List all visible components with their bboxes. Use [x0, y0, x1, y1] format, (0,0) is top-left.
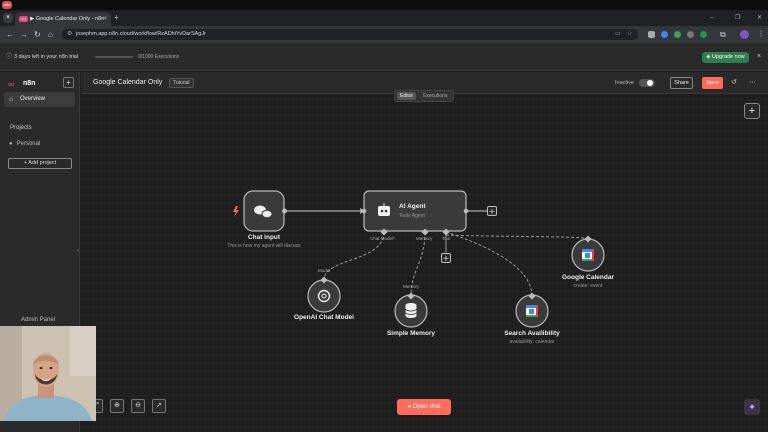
- ai-agent-label: AI Agent: [399, 203, 426, 210]
- ai-agent-input-port[interactable]: [361, 208, 367, 214]
- ai-agent-output-port[interactable]: [463, 208, 469, 214]
- plus-icon: +: [443, 254, 450, 263]
- google-calendar-icon-center: [585, 253, 590, 258]
- port-label-memory: Memory: [416, 236, 433, 241]
- search-availability-label: Search Availibility: [504, 330, 560, 337]
- node-search-availability[interactable]: [515, 292, 549, 328]
- ai-assistant-button[interactable]: ✦: [744, 399, 760, 415]
- chat-icon: ●: [407, 404, 412, 410]
- presenter-video: [0, 326, 96, 421]
- robot-icon: [378, 206, 390, 216]
- openai-port-label: Model: [318, 268, 331, 273]
- chat-bubble-icon-2: [261, 209, 273, 219]
- port-label-tool: Tool: [442, 236, 451, 241]
- openai-chat-model-label: OpenAI Chat Model: [294, 314, 354, 321]
- connection-tool-search[interactable]: [445, 231, 533, 297]
- google-calendar-icon-center: [529, 309, 534, 314]
- google-calendar-icon-right: [536, 305, 538, 317]
- zoom-out-icon: ⊖: [135, 402, 141, 409]
- chat-input-label: Chat Input: [247, 234, 281, 241]
- google-calendar-subtitle: create: event: [573, 283, 603, 289]
- simple-memory-port-label: Memory: [403, 284, 420, 289]
- port-label-chat-model: Chat Model*: [370, 236, 395, 241]
- google-calendar-icon-bottom: [582, 259, 592, 261]
- node-simple-memory[interactable]: [394, 292, 428, 328]
- workflow-graph: + +: [233, 190, 605, 328]
- plus-icon: +: [489, 207, 496, 216]
- search-availability-subtitle: availability: calendar: [509, 339, 555, 345]
- openai-node-body[interactable]: [307, 279, 341, 313]
- zoom-in-icon: ⊕: [114, 402, 120, 409]
- open-chat-button[interactable]: ● Open chat: [397, 399, 451, 415]
- zoom-in-button[interactable]: ⊕: [110, 399, 124, 413]
- webcam-overlay: [0, 326, 96, 421]
- open-chat-label: Open chat: [412, 404, 441, 410]
- robot-eye-right: [384, 209, 388, 213]
- chat-input-output-port[interactable]: [282, 208, 287, 214]
- robot-eye-left: [380, 209, 384, 213]
- ai-agent-subtitle: Tools Agent: [399, 213, 425, 219]
- sparkle-icon: ✦: [748, 402, 756, 412]
- zoom-out-button[interactable]: ⊖: [131, 399, 145, 413]
- google-calendar-icon-right: [592, 249, 594, 261]
- pointer-mode-button[interactable]: ➚: [152, 399, 166, 413]
- simple-memory-label: Simple Memory: [386, 330, 436, 337]
- google-calendar-icon-bottom: [526, 315, 536, 317]
- node-google-calendar[interactable]: [571, 235, 605, 272]
- screen: n8n ▾ n8n ▶ Google Calendar Only - n8n ×…: [0, 0, 768, 432]
- trigger-bolt-icon: [233, 206, 239, 217]
- google-calendar-label: Google Calendar: [561, 274, 614, 281]
- node-openai-chat-model[interactable]: [307, 276, 341, 313]
- pointer-icon: ➚: [156, 402, 162, 409]
- connection-tool-calendar[interactable]: [445, 234, 589, 240]
- node-chat-input[interactable]: [233, 190, 287, 232]
- database-icon-body: [405, 305, 417, 318]
- chat-input-subtitle: This is how my agent will discuss: [227, 243, 301, 249]
